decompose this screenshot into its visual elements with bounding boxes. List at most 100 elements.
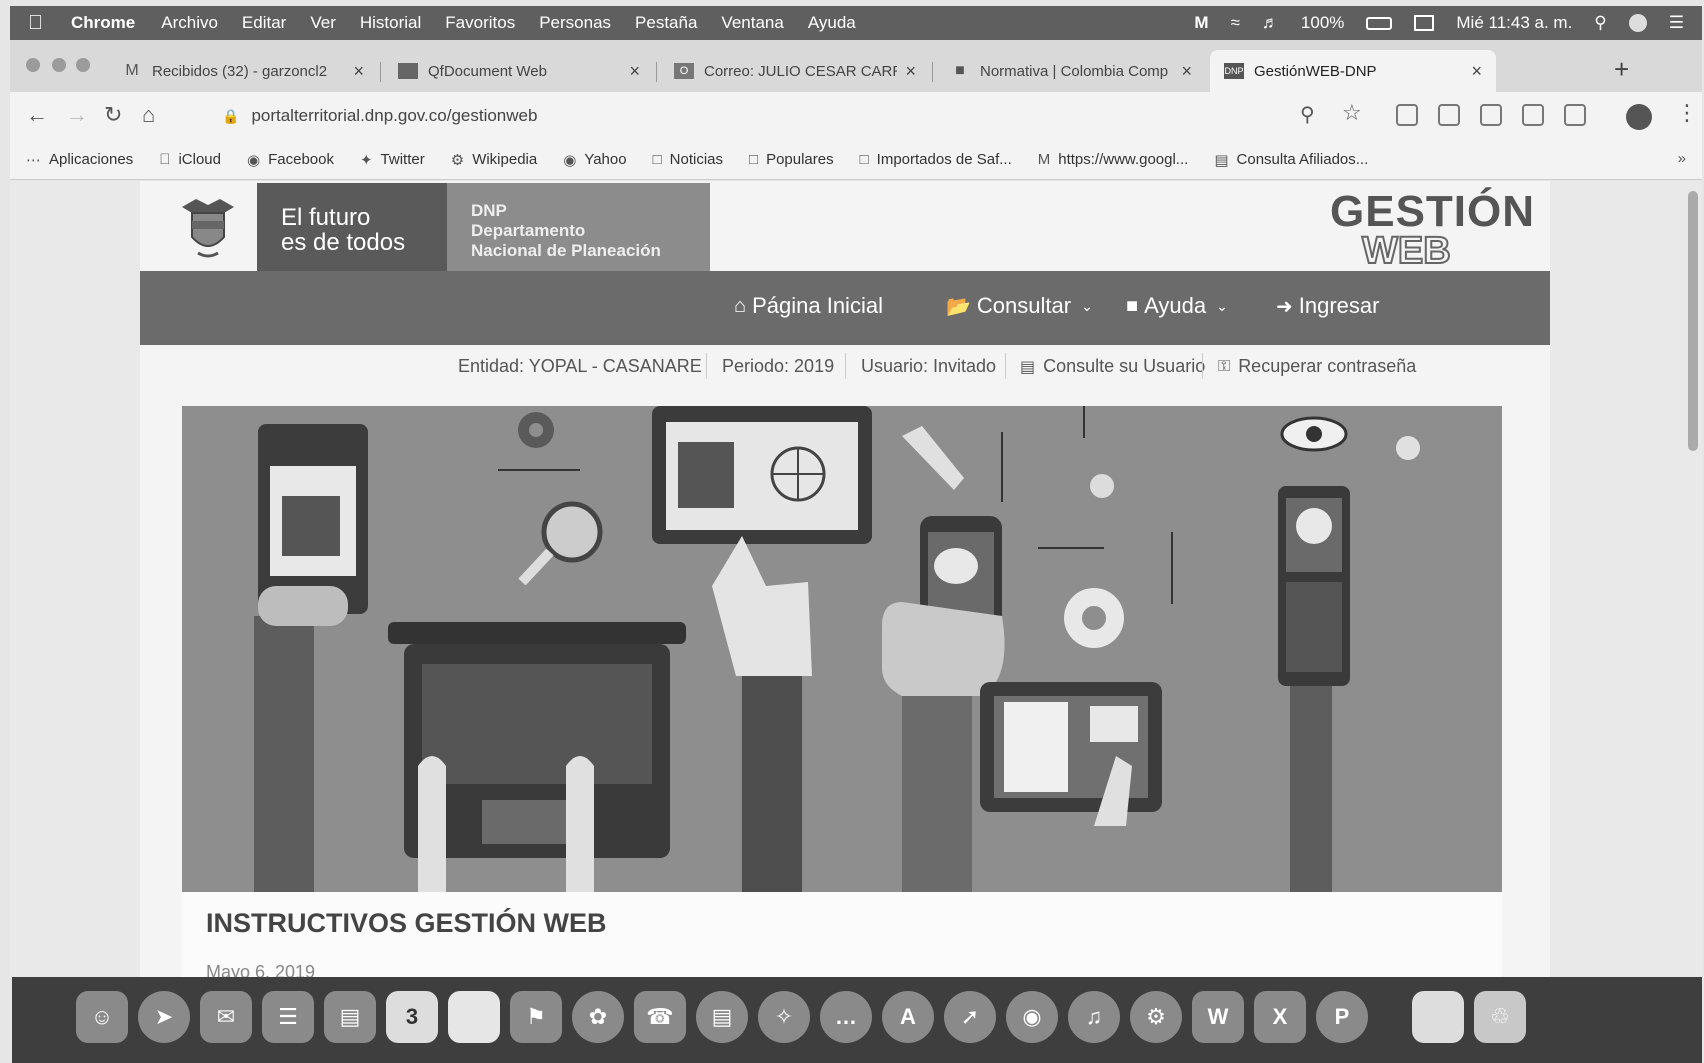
tab-qfdocument[interactable]: QfDocument Web × — [384, 50, 654, 92]
safari-icon[interactable]: ➚ — [944, 991, 996, 1043]
nav-home-link[interactable]: ⌂ Página Inicial — [734, 293, 883, 319]
close-window-button[interactable] — [26, 58, 40, 72]
tab-correo[interactable]: O Correo: JULIO CESAR CARR × — [660, 50, 930, 92]
maps-icon[interactable]: ⚑ — [510, 991, 562, 1043]
documents-folder-icon[interactable] — [1412, 991, 1464, 1043]
calendar-icon[interactable]: 3 — [386, 991, 438, 1043]
forward-arrow-icon[interactable]: → — [66, 102, 88, 128]
trash-icon[interactable]: ♲ — [1474, 991, 1526, 1043]
bookmark-importados[interactable]: □ Importados de Saf... — [860, 151, 1012, 168]
new-tab-button[interactable]: + — [1614, 54, 1629, 85]
word-icon[interactable]: W — [1192, 991, 1244, 1043]
menu-archivo[interactable]: Archivo — [161, 13, 218, 33]
bookmark-noticias[interactable]: □ Noticias — [653, 151, 723, 168]
tab-gestionweb[interactable]: DNP GestiónWEB-DNP × — [1210, 50, 1496, 92]
menu-ver[interactable]: Ver — [310, 13, 336, 33]
dnp-line-1: DNP — [471, 201, 507, 220]
facetime-icon[interactable]: ☎ — [634, 991, 686, 1043]
extension-lens-icon[interactable] — [1522, 104, 1544, 126]
bookmark-wikipedia[interactable]: ⚙ Wikipedia — [451, 151, 537, 169]
bookmark-consulta-afiliados[interactable]: ▤ Consulta Afiliados... — [1214, 151, 1368, 169]
siri-dock-icon[interactable]: ✧ — [758, 991, 810, 1043]
reload-icon[interactable]: ↻ — [104, 102, 122, 128]
lock-icon[interactable]: 🔒 — [222, 108, 239, 125]
address-bar[interactable]: 🔒 portalterritorial.dnp.gov.co/gestionwe… — [208, 99, 1328, 133]
home-icon[interactable]: ⌂ — [142, 102, 155, 128]
menu-editar[interactable]: Editar — [242, 13, 286, 33]
battery-percent[interactable]: 100% — [1301, 13, 1344, 33]
back-arrow-icon[interactable]: ← — [26, 102, 48, 128]
app-store-icon[interactable]: A — [882, 991, 934, 1043]
menu-app-name[interactable]: Chrome — [71, 13, 135, 33]
powerpoint-icon[interactable]: P — [1316, 991, 1368, 1043]
apple-menu-icon[interactable]:  — [28, 12, 43, 35]
menu-ayuda[interactable]: Ayuda — [808, 13, 856, 33]
profile-picture-icon — [678, 442, 734, 508]
itunes-icon[interactable]: ♫ — [1068, 991, 1120, 1043]
extension-capture-icon[interactable] — [1480, 104, 1502, 126]
siri-icon[interactable] — [1628, 14, 1647, 32]
nav-login-link[interactable]: ➜ Ingresar — [1276, 293, 1379, 319]
consult-user-link[interactable]: ▤ Consulte su Usuario — [1020, 356, 1205, 377]
bookmark-aplicaciones[interactable]: ⋯ Aplicaciones — [26, 151, 133, 169]
battery-icon[interactable] — [1366, 16, 1393, 30]
gmail-status-icon[interactable]: M — [1194, 13, 1208, 33]
reminders-icon[interactable]: ☰ — [262, 991, 314, 1043]
bookmark-icloud[interactable]: iCloud — [159, 151, 221, 168]
volume-icon[interactable]: ♬ — [1262, 13, 1279, 33]
photos-icon[interactable]: ✿ — [572, 991, 624, 1043]
nav-help-dropdown[interactable]: ■ Ayuda ⌄ — [1126, 293, 1228, 319]
menu-pestana[interactable]: Pestaña — [635, 13, 697, 33]
menu-personas[interactable]: Personas — [539, 13, 611, 33]
mail-icon[interactable]: ✉ — [200, 991, 252, 1043]
bookmark-twitter[interactable]: ✦ Twitter — [360, 151, 425, 169]
zoom-window-button[interactable] — [76, 58, 90, 72]
more-vertical-icon[interactable]: ⋮ — [1676, 100, 1698, 126]
notification-center-icon[interactable]: ☰ — [1669, 13, 1684, 33]
bookmark-populares[interactable]: □ Populares — [749, 151, 834, 168]
books-icon[interactable]: ▤ — [696, 991, 748, 1043]
url-text[interactable]: portalterritorial.dnp.gov.co/gestionweb — [251, 106, 537, 126]
article-title[interactable]: INSTRUCTIVOS GESTIÓN WEB — [206, 908, 607, 939]
excel-icon[interactable]: X — [1254, 991, 1306, 1043]
profile-avatar-icon[interactable] — [1626, 104, 1652, 130]
minimize-window-button[interactable] — [52, 58, 66, 72]
finder-icon[interactable]: ☺ — [76, 991, 128, 1043]
bookmark-facebook[interactable]: ◉ Facebook — [247, 151, 334, 169]
clock[interactable]: Mié 11:43 a. m. — [1456, 13, 1572, 33]
notes-icon[interactable] — [448, 991, 500, 1043]
zoom-magnifier-icon[interactable]: ⚲ — [1300, 102, 1322, 126]
article-card[interactable]: INSTRUCTIVOS GESTIÓN WEB Mayo 6, 2019 — [182, 892, 1502, 977]
messages-icon[interactable]: … — [820, 991, 872, 1043]
chrome-icon[interactable]: ◉ — [1006, 991, 1058, 1043]
extension-puzzle-icon[interactable] — [1564, 104, 1586, 126]
recover-password-link[interactable]: ⚿ Recuperar contraseña — [1218, 356, 1416, 377]
bookmark-google[interactable]: Mhttps://www.googl... — [1038, 151, 1189, 168]
light-bulb-icon — [1296, 508, 1332, 544]
close-tab-icon[interactable]: × — [905, 61, 916, 82]
dnp-banner[interactable]: DNP Departamento Nacional de Planeación — [447, 183, 710, 271]
menu-ventana[interactable]: Ventana — [721, 13, 783, 33]
close-tab-icon[interactable]: × — [353, 61, 364, 82]
tab-gmail[interactable]: M Recibidos (32) - garzoncl2 × — [108, 50, 378, 92]
gestionweb-logo[interactable]: GESTIÓN WEB — [1330, 190, 1534, 272]
system-preferences-icon[interactable]: ⚙ — [1130, 991, 1182, 1043]
vertical-scrollbar[interactable] — [1688, 191, 1698, 451]
launchpad-icon[interactable]: ➤ — [138, 991, 190, 1043]
bookmark-yahoo[interactable]: ◉ Yahoo — [563, 151, 626, 169]
wifi-icon[interactable]: ≈ — [1231, 13, 1240, 33]
extension-pdf-icon[interactable] — [1438, 104, 1460, 126]
bookmark-star-icon[interactable]: ☆ — [1342, 100, 1364, 125]
nav-consult-dropdown[interactable]: 📂 Consultar ⌄ — [946, 293, 1093, 319]
bookmarks-overflow-icon[interactable]: » — [1678, 150, 1686, 167]
extension-search-icon[interactable] — [1396, 104, 1418, 126]
menu-favoritos[interactable]: Favoritos — [445, 13, 515, 33]
close-tab-icon[interactable]: × — [629, 61, 640, 82]
spotlight-search-icon[interactable]: ⚲ — [1594, 13, 1606, 33]
contacts-icon[interactable]: ▤ — [324, 991, 376, 1043]
menu-historial[interactable]: Historial — [360, 13, 421, 33]
close-tab-icon[interactable]: × — [1471, 61, 1482, 82]
tab-normativa[interactable]: ■ Normativa | Colombia Comp × — [936, 50, 1206, 92]
display-icon[interactable] — [1414, 15, 1435, 31]
close-tab-icon[interactable]: × — [1181, 61, 1192, 82]
